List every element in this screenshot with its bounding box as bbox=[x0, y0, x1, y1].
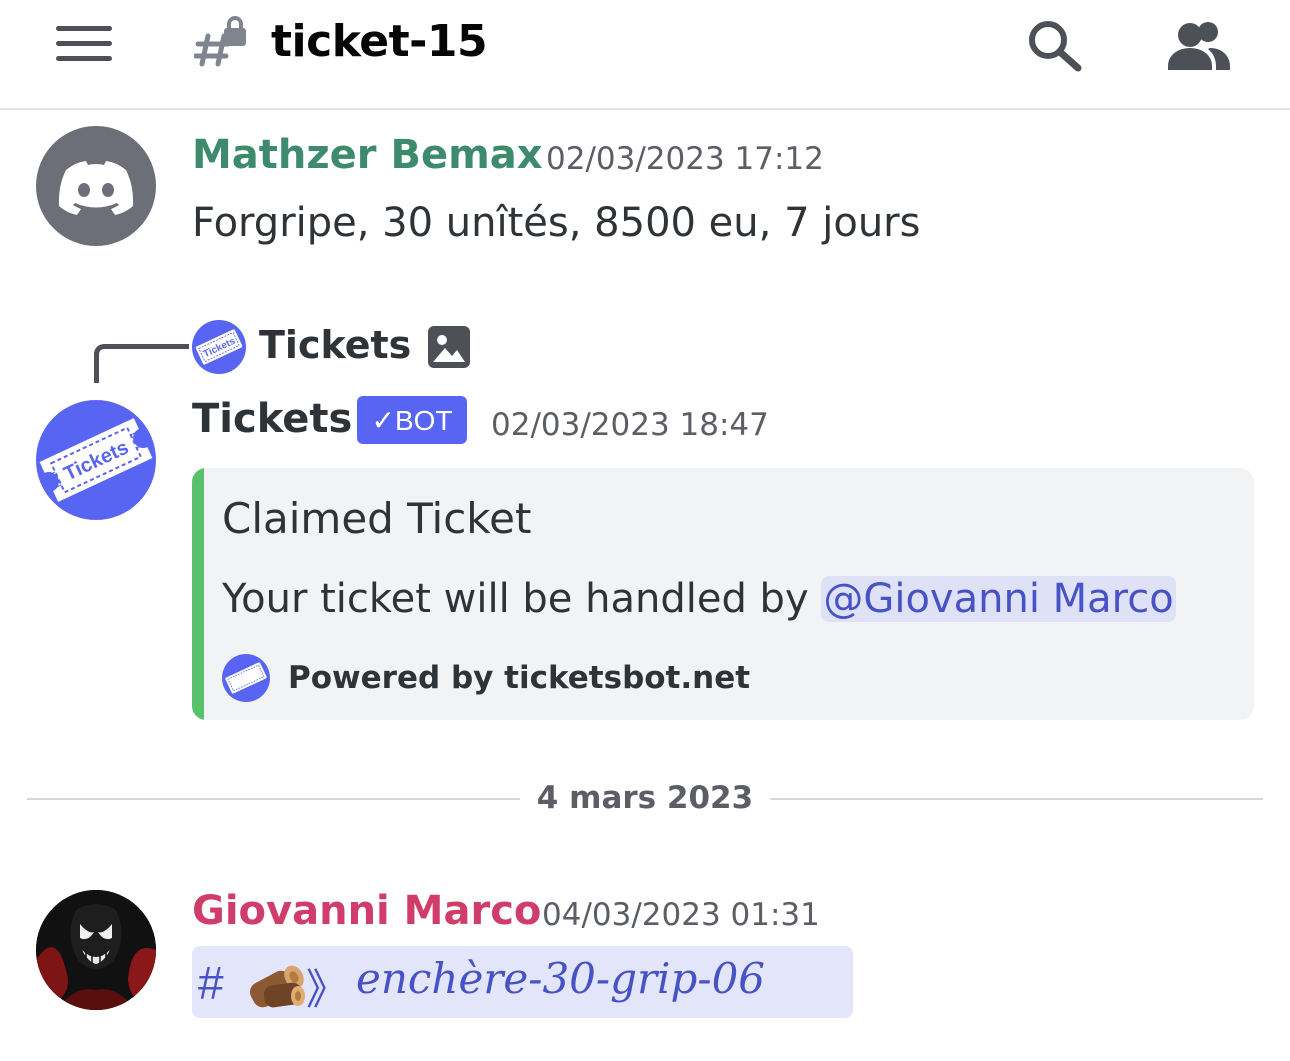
message-author[interactable]: Tickets bbox=[192, 396, 352, 442]
message-author[interactable]: Mathzer Bemax bbox=[192, 132, 543, 178]
message-timestamp: 04/03/2023 01:31 bbox=[542, 897, 820, 933]
user-avatar bbox=[36, 890, 156, 1010]
embed-title: Claimed Ticket bbox=[222, 494, 532, 543]
channel-mention[interactable]: # 》 enchère-30-grip-06 bbox=[192, 946, 853, 1018]
channel-mention-name: enchère-30-grip-06 bbox=[356, 954, 766, 1003]
reply-author[interactable]: Tickets bbox=[259, 323, 411, 367]
embed-footer-text: Powered by ticketsbot.net bbox=[288, 660, 751, 696]
hamburger-menu-icon[interactable] bbox=[56, 26, 112, 62]
author-name: Giovanni Marco bbox=[192, 888, 542, 934]
channel-mention-hash: # bbox=[198, 957, 224, 1009]
date-divider-line-left bbox=[27, 798, 520, 800]
search-icon[interactable] bbox=[1026, 20, 1084, 72]
message-timestamp: 02/03/2023 18:47 bbox=[491, 407, 769, 443]
user-mention[interactable]: @Giovanni Marco bbox=[821, 576, 1176, 622]
message-timestamp: 02/03/2023 17:12 bbox=[546, 141, 824, 177]
reply-connector bbox=[94, 344, 189, 383]
embed-description: Your ticket will be handled by @Giovanni… bbox=[222, 576, 1176, 622]
members-icon[interactable] bbox=[1166, 20, 1232, 70]
tickets-bot-logo-icon: Tickets bbox=[195, 329, 243, 365]
embed-accent-bar bbox=[192, 468, 204, 720]
discord-default-avatar bbox=[58, 161, 134, 215]
tickets-bot-avatar: Tickets BOT BOT bbox=[39, 418, 153, 502]
reply-avatar[interactable]: Tickets bbox=[192, 320, 246, 374]
bot-badge: ✓BOT bbox=[357, 396, 467, 444]
wood-log-icon bbox=[249, 965, 305, 1008]
channel-header: ticket-15 bbox=[0, 0, 1290, 110]
embed-description-text: Your ticket will be handled by bbox=[222, 576, 822, 622]
channel-title: ticket-15 bbox=[271, 16, 488, 67]
message-author[interactable]: Giovanni Marco bbox=[192, 888, 541, 934]
avatar[interactable]: Tickets BOT BOT bbox=[36, 400, 156, 520]
author-name: Mathzer Bemax bbox=[192, 132, 543, 178]
embed-footer-icon bbox=[222, 654, 270, 702]
message-embed: Claimed Ticket Your ticket will be handl… bbox=[192, 468, 1254, 720]
locked-hash-icon bbox=[194, 16, 246, 67]
author-name: Tickets bbox=[192, 396, 353, 442]
channel-mention-separator: 》 bbox=[306, 965, 349, 1014]
avatar[interactable] bbox=[36, 126, 156, 246]
date-divider-label: 4 mars 2023 bbox=[536, 780, 754, 816]
message-content: Forgripe, 30 unîtés, 8500 eu, 7 jours bbox=[192, 200, 921, 246]
tickets-bot-logo-icon bbox=[225, 662, 267, 694]
avatar[interactable] bbox=[36, 890, 156, 1010]
date-divider-line-right bbox=[770, 798, 1263, 800]
image-icon bbox=[428, 326, 470, 368]
